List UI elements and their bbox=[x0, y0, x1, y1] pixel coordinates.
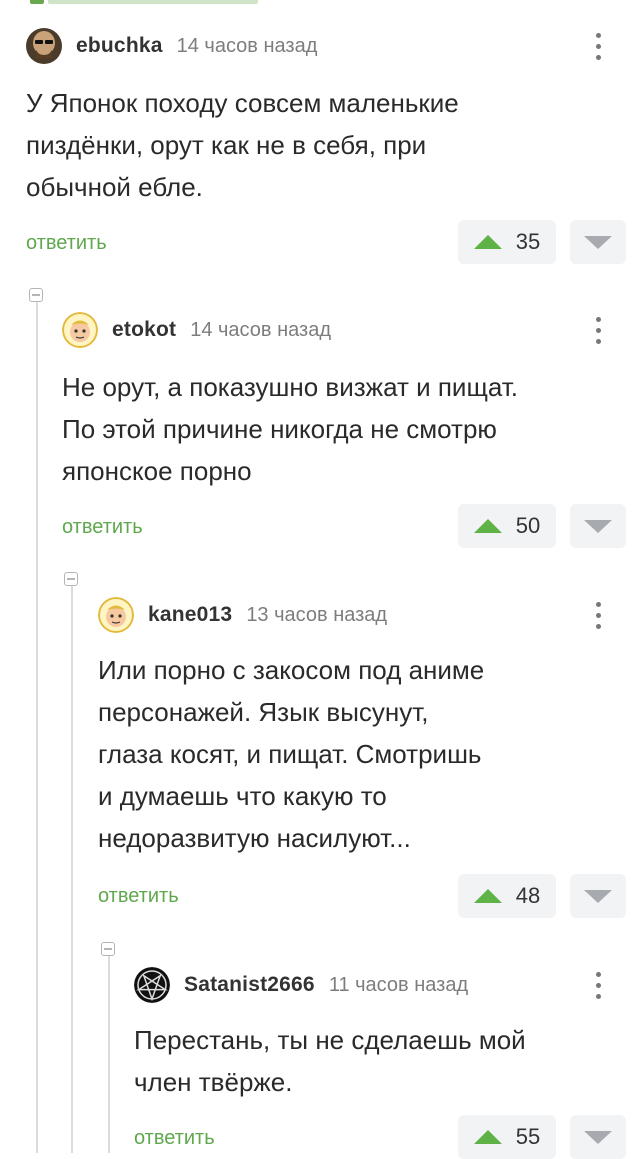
downvote-button[interactable] bbox=[570, 1115, 626, 1159]
collapse-thread-button[interactable] bbox=[64, 572, 78, 586]
vote-count: 55 bbox=[515, 1124, 541, 1149]
comment-time: 13 часов назад bbox=[246, 603, 388, 626]
upvote-button[interactable]: 35 bbox=[458, 220, 556, 264]
collapse-thread-button[interactable] bbox=[29, 288, 43, 302]
comment-time: 14 часов назад bbox=[190, 318, 331, 341]
reply-link[interactable]: ответить bbox=[134, 1127, 215, 1150]
upvote-button[interactable]: 50 bbox=[458, 504, 556, 548]
reply-link[interactable]: ответить bbox=[26, 232, 107, 255]
avatar[interactable] bbox=[62, 312, 98, 348]
avatar[interactable] bbox=[134, 967, 170, 1003]
thread-line-level2 bbox=[71, 586, 73, 1153]
comment-time: 14 часов назад bbox=[176, 34, 318, 57]
pentagram-avatar-icon bbox=[134, 967, 170, 1003]
comment-header: Satanist2666 11 часов назад bbox=[134, 965, 468, 1005]
comment-header: ebuchka 14 часов назад bbox=[26, 26, 317, 66]
comment-text: Перестань, ты не сделаешь мой член твёрж… bbox=[134, 1025, 526, 1097]
upvote-button[interactable]: 55 bbox=[458, 1115, 556, 1159]
author-name[interactable]: Satanist2666 bbox=[184, 973, 315, 997]
default-avatar-icon bbox=[98, 597, 134, 633]
collapse-thread-button[interactable] bbox=[101, 942, 115, 956]
thread-line-level1 bbox=[36, 302, 38, 1153]
upvote-arrow-icon bbox=[473, 889, 502, 903]
vote-count: 35 bbox=[515, 229, 541, 254]
more-options-icon[interactable] bbox=[592, 969, 604, 1003]
comment-text: Не орут, а показушно визжат и пищат. По … bbox=[62, 372, 518, 486]
author-name[interactable]: ebuchka bbox=[76, 34, 163, 58]
comment-text: Или порно с закосом под аниме персонажей… bbox=[98, 655, 485, 853]
more-options-icon[interactable] bbox=[592, 599, 604, 633]
more-options-icon[interactable] bbox=[592, 30, 604, 64]
avatar[interactable] bbox=[26, 28, 62, 64]
avatar[interactable] bbox=[98, 597, 134, 633]
downvote-button[interactable] bbox=[570, 874, 626, 918]
reply-link[interactable]: ответить bbox=[62, 516, 143, 539]
vote-count: 48 bbox=[515, 883, 541, 908]
more-options-icon[interactable] bbox=[592, 314, 604, 348]
bald-man-avatar-icon bbox=[26, 28, 62, 64]
vote-count: 50 bbox=[515, 513, 541, 538]
downvote-button[interactable] bbox=[570, 220, 626, 264]
upvote-arrow-icon bbox=[473, 235, 502, 249]
downvote-arrow-icon bbox=[584, 519, 612, 533]
downvote-arrow-icon bbox=[584, 889, 612, 903]
top-cut-off-element bbox=[0, 0, 640, 8]
thread-line-level3 bbox=[108, 956, 110, 1153]
comment-time: 11 часов назад bbox=[328, 973, 469, 996]
author-name[interactable]: etokot bbox=[112, 318, 176, 342]
downvote-button[interactable] bbox=[570, 504, 626, 548]
upvote-arrow-icon bbox=[473, 1130, 502, 1144]
author-name[interactable]: kane013 bbox=[148, 603, 232, 627]
default-avatar-icon bbox=[62, 312, 98, 348]
comment-header: kane013 13 часов назад bbox=[98, 595, 387, 635]
upvote-button[interactable]: 48 bbox=[458, 874, 556, 918]
comment-text: У Японок походу совсем маленькие пиздёнк… bbox=[26, 88, 459, 202]
reply-link[interactable]: ответить bbox=[98, 885, 179, 908]
downvote-arrow-icon bbox=[584, 1130, 612, 1144]
upvote-arrow-icon bbox=[473, 519, 502, 533]
comment-header: etokot 14 часов назад bbox=[62, 310, 331, 350]
downvote-arrow-icon bbox=[584, 235, 612, 249]
